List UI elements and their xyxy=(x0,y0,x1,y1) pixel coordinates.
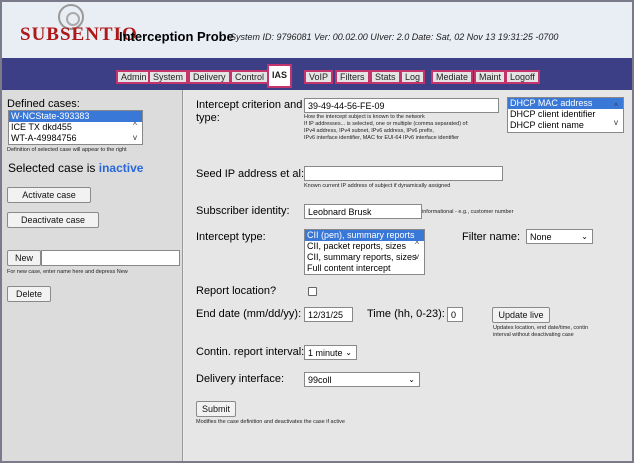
update-live-hint: Updates location, end date/time, contin xyxy=(493,325,589,331)
chevron-down-icon: ⌄ xyxy=(408,375,415,384)
update-live-button[interactable]: Update live xyxy=(492,307,550,323)
tab-delivery[interactable]: Delivery xyxy=(188,70,231,84)
tab-logoff[interactable]: Logoff xyxy=(505,70,540,84)
new-case-name-input[interactable] xyxy=(41,250,180,266)
activate-case-button[interactable]: Activate case xyxy=(7,187,91,203)
list-item[interactable]: Full content intercept xyxy=(305,263,424,274)
tab-filters[interactable]: Filters xyxy=(335,70,370,84)
criterion-hint: If IP addresses... is selected, one or m… xyxy=(304,121,469,127)
update-live-hint: interval without deactivating case xyxy=(493,332,574,338)
chevron-up-icon[interactable]: ^ xyxy=(412,240,422,249)
contin-interval-select[interactable]: 1 minute ⌄ xyxy=(304,345,357,360)
subscriber-label: Subscriber identity: xyxy=(196,205,290,217)
submit-hint: Modifies the case definition and deactiv… xyxy=(196,419,345,425)
list-item[interactable]: CII, summary reports, sizes xyxy=(305,252,424,263)
status-badge: inactive xyxy=(98,161,144,175)
case-detail-panel: Intercept criterion and type: 39-49-44-5… xyxy=(184,90,632,461)
delete-case-button[interactable]: Delete xyxy=(7,286,51,302)
end-date-input[interactable]: 12/31/25 xyxy=(304,307,353,322)
case-status: Selected case is inactive xyxy=(8,161,143,175)
seed-ip-input[interactable] xyxy=(304,166,503,181)
chevron-down-icon: ⌄ xyxy=(345,348,352,357)
end-date-label: End date (mm/dd/yy): xyxy=(196,308,302,320)
cases-hint: Definition of selected case will appear … xyxy=(7,147,127,153)
subscriber-hint: informational - e.g., customer number xyxy=(422,209,514,215)
list-item[interactable]: DHCP MAC address xyxy=(508,98,623,109)
app-title: Interception Probe xyxy=(119,29,234,44)
system-info: System ID: 9796081 Ver: 00.02.00 UIver: … xyxy=(230,32,559,42)
contin-interval-value: 1 minute xyxy=(308,348,343,358)
case-list-panel: Defined cases: W-NCState-393383 ICE TX d… xyxy=(2,90,183,461)
list-item[interactable]: W-NCState-393383 xyxy=(9,111,142,122)
filter-select-value: None xyxy=(530,232,552,242)
tab-admin[interactable]: Admin xyxy=(116,70,152,84)
chevron-down-icon[interactable]: v xyxy=(611,118,621,127)
defined-cases-label: Defined cases: xyxy=(7,98,80,110)
delivery-interface-select[interactable]: 99coll ⌄ xyxy=(304,372,420,387)
criterion-input[interactable]: 39-49-44-56-FE-09 xyxy=(304,98,499,113)
tab-system[interactable]: System xyxy=(148,70,189,84)
list-item[interactable]: WT-A-49984756 xyxy=(9,133,142,144)
criterion-hint: IPv6 interface identifier, MAC for EUI-6… xyxy=(304,135,459,141)
delivery-interface-label: Delivery interface: xyxy=(196,373,285,385)
list-item[interactable]: ICE TX dkd455 xyxy=(9,122,142,133)
criterion-type-listbox[interactable]: DHCP MAC address DHCP client identifier … xyxy=(507,97,624,133)
time-input[interactable]: 0 xyxy=(447,307,463,322)
list-item[interactable]: CII (pen), summary reports xyxy=(305,230,424,241)
criterion-hint: IPv4 address, IPv4 subnet, IPv6 address,… xyxy=(304,128,434,134)
submit-button[interactable]: Submit xyxy=(196,401,236,417)
intercept-type-listbox[interactable]: CII (pen), summary reports CII, packet r… xyxy=(304,229,425,275)
new-case-hint: For new case, enter name here and depres… xyxy=(7,269,128,275)
filter-select[interactable]: None ⌄ xyxy=(526,229,593,244)
tab-mediate[interactable]: Mediate xyxy=(431,70,474,84)
list-item[interactable]: DHCP client identifier xyxy=(508,109,623,120)
tab-control[interactable]: Control xyxy=(230,70,270,84)
chevron-down-icon[interactable]: v xyxy=(412,252,422,261)
tab-log[interactable]: Log xyxy=(400,70,426,84)
deactivate-case-button[interactable]: Deactivate case xyxy=(7,212,99,228)
tab-maint[interactable]: Maint xyxy=(474,70,507,84)
tab-voip[interactable]: VoIP xyxy=(304,70,334,84)
tab-bar: Admin System Delivery Control IAS VoIP F… xyxy=(2,58,632,90)
delivery-interface-value: 99coll xyxy=(308,375,332,385)
filter-label: Filter name: xyxy=(462,231,521,243)
new-case-button[interactable]: New xyxy=(7,250,41,266)
contin-interval-label: Contin. report interval: xyxy=(196,346,305,358)
seed-hint: Known current IP address of subject if d… xyxy=(304,183,451,189)
time-label: Time (hh, 0-23): xyxy=(367,308,445,320)
seed-label: Seed IP address et al: xyxy=(196,168,305,180)
header: SUBSENTIO Interception Probe System ID: … xyxy=(2,2,632,56)
report-location-label: Report location? xyxy=(196,285,277,297)
criterion-hint: How the intercept subject is known to th… xyxy=(304,114,425,120)
chevron-down-icon[interactable]: v xyxy=(130,133,140,142)
list-item[interactable]: DHCP client name xyxy=(508,120,623,131)
criterion-label: Intercept criterion and type: xyxy=(196,99,303,124)
subscriber-input[interactable]: Leobnard Brusk xyxy=(304,204,422,219)
case-status-prefix: Selected case is xyxy=(8,161,96,175)
chevron-up-icon[interactable]: ^ xyxy=(611,102,621,111)
app-frame: SUBSENTIO Interception Probe System ID: … xyxy=(0,0,634,463)
tab-ias[interactable]: IAS xyxy=(267,64,293,88)
chevron-down-icon: ⌄ xyxy=(581,232,588,241)
logo: SUBSENTIO xyxy=(16,4,137,50)
list-item[interactable]: CII, packet reports, sizes xyxy=(305,241,424,252)
tab-stats[interactable]: Stats xyxy=(370,70,401,84)
chevron-up-icon[interactable]: ^ xyxy=(130,121,140,130)
report-location-checkbox[interactable] xyxy=(308,287,317,296)
intercept-type-label: Intercept type: xyxy=(196,231,266,243)
cases-listbox[interactable]: W-NCState-393383 ICE TX dkd455 WT-A-4998… xyxy=(8,110,143,145)
